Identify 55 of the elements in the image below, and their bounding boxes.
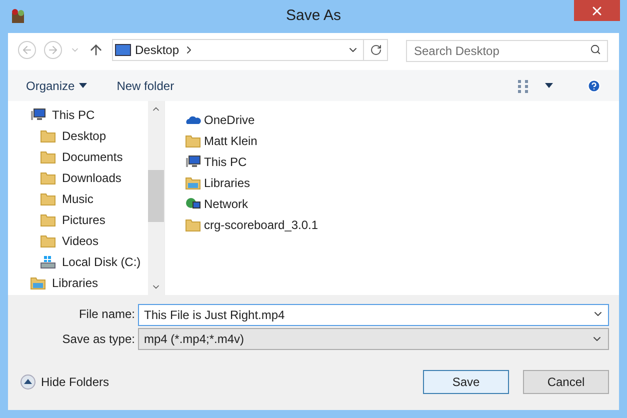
- new-folder-button[interactable]: New folder: [116, 76, 174, 94]
- folder-icon: [40, 212, 56, 226]
- sidebar-item[interactable]: Libraries: [8, 272, 148, 293]
- file-name-field[interactable]: This File is Just Right.mp4: [138, 304, 609, 326]
- sidebar-item[interactable]: Documents: [8, 146, 148, 167]
- file-item[interactable]: This PC: [185, 151, 619, 172]
- folder-icon: [40, 128, 56, 142]
- window-title: Save As: [286, 6, 342, 26]
- sidebar-item[interactable]: Videos: [8, 230, 148, 251]
- cancel-button[interactable]: Cancel: [523, 370, 609, 394]
- drive-icon: [40, 254, 56, 268]
- address-bar[interactable]: Desktop: [112, 38, 388, 60]
- sidebar-item[interactable]: Downloads: [8, 167, 148, 188]
- library-icon: [30, 276, 46, 290]
- organize-menu[interactable]: Organize: [26, 76, 87, 94]
- sidebar-item[interactable]: Pictures: [8, 209, 148, 230]
- sidebar-item[interactable]: Music: [8, 188, 148, 209]
- app-icon: [10, 8, 26, 24]
- folder-icon: [40, 150, 56, 164]
- sidebar-item[interactable]: Desktop: [8, 125, 148, 146]
- view-options-icon[interactable]: [517, 78, 531, 92]
- file-item[interactable]: crg-scoreboard_3.0.1: [185, 214, 619, 235]
- close-button[interactable]: [574, 0, 620, 21]
- folder-icon: [40, 192, 56, 206]
- help-icon[interactable]: [587, 78, 601, 92]
- folder-icon: [40, 234, 56, 248]
- desktop-icon: [115, 44, 131, 56]
- search-field[interactable]: Search Desktop: [406, 40, 608, 62]
- computer-icon: [185, 154, 201, 168]
- file-name-label: File name:: [78, 306, 136, 323]
- sidebar-item[interactable]: Local Disk (C:): [8, 251, 148, 272]
- caret-icon: [78, 83, 87, 88]
- save-type-label: Save as type:: [61, 331, 136, 348]
- folder-icon: [185, 134, 201, 148]
- up-icon[interactable]: [88, 42, 104, 58]
- scrollbar-thumb[interactable]: [148, 170, 164, 222]
- library-icon: [185, 176, 201, 190]
- hide-folders-button[interactable]: Hide Folders: [20, 373, 110, 391]
- network-icon: [185, 196, 201, 210]
- folder-icon: [185, 218, 201, 232]
- collapse-icon: [20, 374, 36, 390]
- folder-icon: [40, 170, 56, 184]
- file-item[interactable]: OneDrive: [185, 109, 619, 130]
- file-item[interactable]: Libraries: [185, 172, 619, 193]
- computer-icon: [30, 108, 46, 122]
- refresh-icon[interactable]: [370, 44, 382, 56]
- scrollbar[interactable]: [148, 101, 164, 295]
- location-text: Desktop: [135, 42, 180, 58]
- save-button[interactable]: Save: [423, 370, 509, 394]
- file-item[interactable]: Network: [185, 193, 619, 214]
- file-item[interactable]: Matt Klein: [185, 130, 619, 151]
- view-dropdown-icon[interactable]: [545, 83, 553, 88]
- save-type-dropdown[interactable]: mp4 (*.mp4;*.m4v): [138, 328, 609, 350]
- search-icon: [590, 44, 601, 54]
- sidebar-item[interactable]: This PC: [8, 104, 148, 125]
